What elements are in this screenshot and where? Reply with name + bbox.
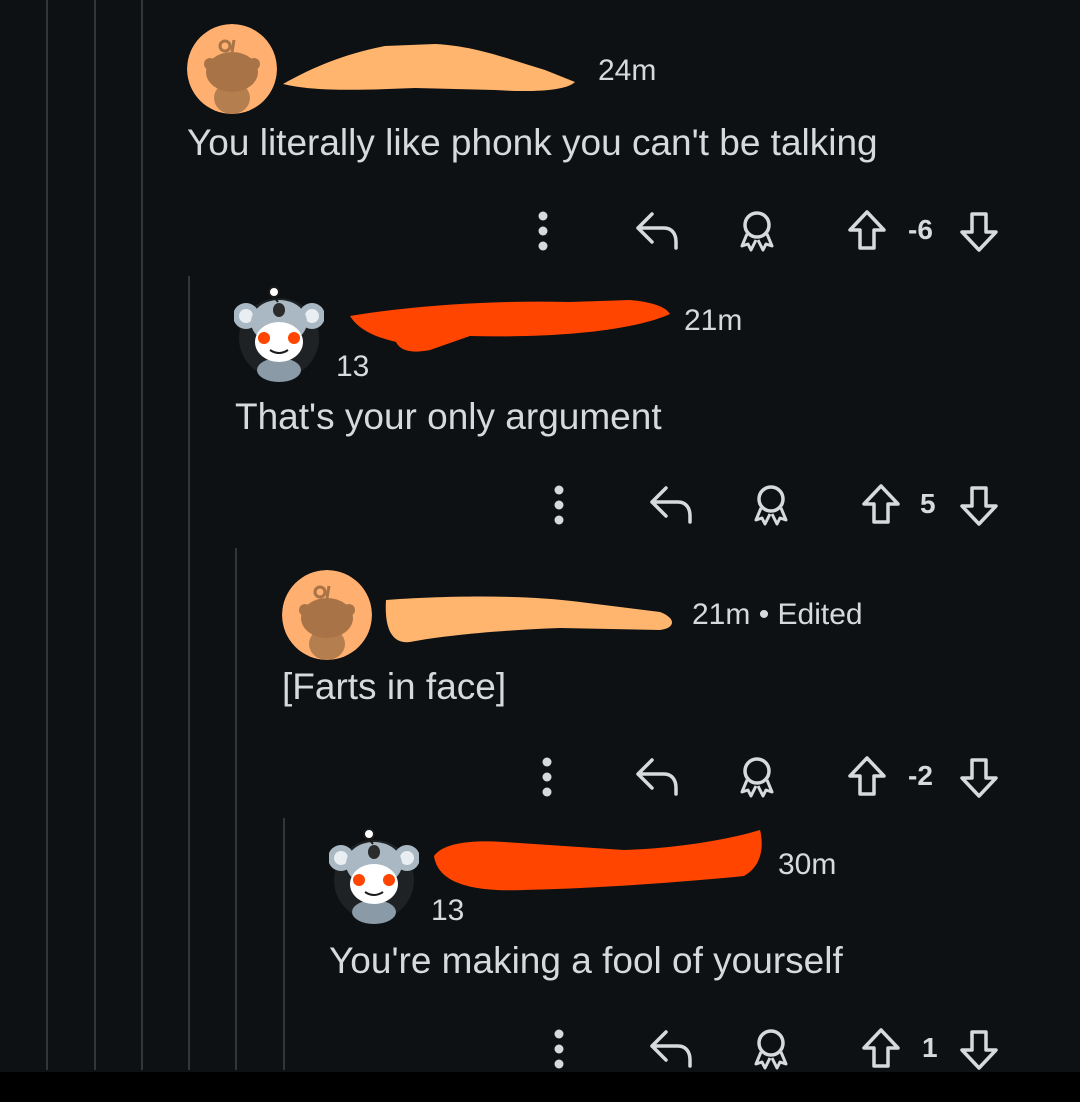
upvote-icon[interactable] xyxy=(846,754,888,798)
redacted-username xyxy=(350,300,670,352)
bottom-bar xyxy=(0,1072,1080,1102)
comment-body: You literally like phonk you can't be ta… xyxy=(187,122,878,163)
vote-score: -2 xyxy=(908,760,933,791)
more-options-icon[interactable] xyxy=(536,210,550,252)
thread-line[interactable] xyxy=(141,0,143,1070)
thread-line[interactable] xyxy=(188,276,190,1070)
thread-line[interactable] xyxy=(94,0,96,1070)
more-options-icon[interactable] xyxy=(552,1028,566,1070)
vote-score: -6 xyxy=(908,214,933,245)
redacted-username xyxy=(434,830,762,891)
reply-icon[interactable] xyxy=(634,208,680,250)
upvote-icon[interactable] xyxy=(846,208,888,252)
redacted-username xyxy=(283,44,575,92)
redacted-username xyxy=(385,596,672,643)
vote-score: 1 xyxy=(922,1032,938,1063)
award-icon[interactable] xyxy=(748,1026,794,1072)
award-icon[interactable] xyxy=(734,754,780,800)
comment-actions: -2 xyxy=(520,752,1020,802)
downvote-icon[interactable] xyxy=(958,210,1000,254)
upvote-icon[interactable] xyxy=(860,482,902,526)
user-karma: 13 xyxy=(336,350,370,383)
downvote-icon[interactable] xyxy=(958,484,1000,528)
edited-label: • Edited xyxy=(758,598,863,631)
downvote-icon[interactable] xyxy=(958,756,1000,800)
snoo-orange-avatar-icon[interactable] xyxy=(282,570,372,660)
comment-body: That's your only argument xyxy=(235,396,662,437)
comment-actions: 5 xyxy=(534,480,1014,530)
more-options-icon[interactable] xyxy=(540,756,554,798)
thread-line[interactable] xyxy=(46,0,48,1070)
reply-icon[interactable] xyxy=(634,754,680,796)
upvote-icon[interactable] xyxy=(860,1026,902,1070)
award-icon[interactable] xyxy=(748,482,794,528)
comment-timestamp: 24m xyxy=(598,54,657,87)
downvote-icon[interactable] xyxy=(958,1028,1000,1072)
thread-line[interactable] xyxy=(235,548,237,1070)
comment-actions: -6 xyxy=(520,206,1020,256)
reply-icon[interactable] xyxy=(648,482,694,524)
comment-timestamp: 30m xyxy=(778,848,837,881)
user-karma: 13 xyxy=(431,894,465,927)
snoo-koala-avatar-icon[interactable] xyxy=(234,286,324,382)
more-options-icon[interactable] xyxy=(552,484,566,526)
comment-body: You're making a fool of yourself xyxy=(329,940,843,981)
comment-actions: 1 xyxy=(534,1024,1014,1074)
vote-score: 5 xyxy=(920,488,936,519)
thread-line[interactable] xyxy=(283,818,285,1070)
award-icon[interactable] xyxy=(734,208,780,254)
comment-timestamp: 21m xyxy=(684,304,743,337)
comment-body: [Farts in face] xyxy=(282,666,507,707)
snoo-koala-avatar-icon[interactable] xyxy=(329,828,419,924)
comment-timestamp: 21m • Edited xyxy=(692,598,863,631)
reply-icon[interactable] xyxy=(648,1026,694,1068)
snoo-orange-avatar-icon[interactable] xyxy=(187,24,277,114)
